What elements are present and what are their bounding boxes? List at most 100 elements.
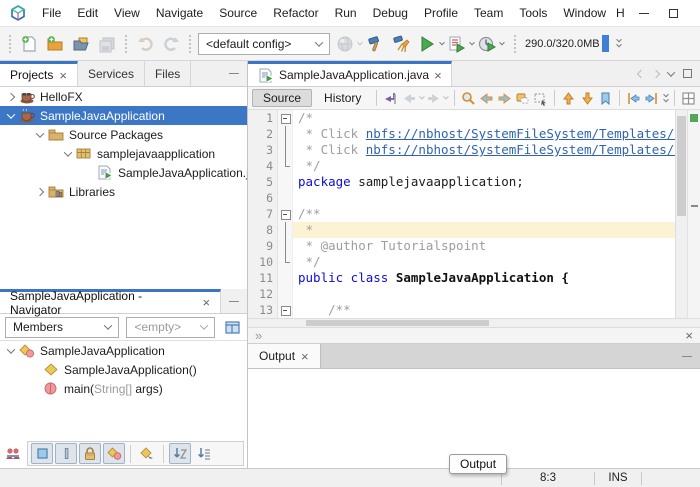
tab-navigator[interactable]: SampleJavaApplication - Navigator × xyxy=(0,289,222,317)
open-project-button[interactable] xyxy=(68,31,94,57)
menu-navigate[interactable]: Navigate xyxy=(148,6,211,20)
tab-projects[interactable]: Projects × xyxy=(0,61,78,86)
minimize-panel-button[interactable] xyxy=(674,344,700,368)
fully-qualified-names-button[interactable] xyxy=(136,443,158,464)
menu-refactor[interactable]: Refactor xyxy=(265,6,326,20)
scrollbar-thumb[interactable] xyxy=(677,116,686,216)
tab-output[interactable]: Output × xyxy=(248,344,321,368)
chevron-down-icon[interactable] xyxy=(443,93,449,100)
save-all-button[interactable] xyxy=(94,31,120,57)
tree-item-source-packages[interactable]: Source Packages xyxy=(0,125,247,144)
fold-marker-icon[interactable] xyxy=(278,302,292,318)
memory-indicator[interactable]: 290.0/320.0MB xyxy=(525,35,609,52)
chevron-right-icon[interactable] xyxy=(4,92,18,101)
split-document-button[interactable] xyxy=(681,90,696,107)
clean-build-button[interactable] xyxy=(388,31,414,57)
show-inner-classes-button[interactable] xyxy=(103,443,125,464)
menu-run[interactable]: Run xyxy=(327,6,365,20)
new-file-button[interactable] xyxy=(16,31,42,57)
fold-marker-icon[interactable] xyxy=(278,110,292,126)
toolbar-overflow-button[interactable] xyxy=(615,36,622,48)
window-close-button[interactable]: × xyxy=(689,1,700,25)
find-next-button[interactable] xyxy=(497,90,512,107)
show-non-public-button[interactable] xyxy=(79,443,101,464)
profile-project-button[interactable] xyxy=(474,31,500,57)
error-stripe[interactable] xyxy=(687,110,700,318)
members-select[interactable]: Members xyxy=(5,316,120,338)
debug-project-button[interactable] xyxy=(444,31,470,57)
code-area[interactable]: /* * Click nbfs://nbhost/SystemFileSyste… xyxy=(293,110,675,318)
back-button[interactable] xyxy=(401,90,416,107)
breadcrumb-expand-icon[interactable]: » xyxy=(255,328,262,343)
find-previous-button[interactable] xyxy=(479,90,494,107)
show-fields-button[interactable] xyxy=(31,443,53,464)
minimize-panel-button[interactable] xyxy=(221,289,247,313)
show-static-members-button[interactable] xyxy=(55,443,77,464)
tab-list-dropdown-icon[interactable] xyxy=(666,67,676,77)
forward-button[interactable] xyxy=(426,90,441,107)
toolbar-grip[interactable] xyxy=(125,34,127,53)
editor-toolbar-overflow-button[interactable] xyxy=(663,91,669,103)
nav-item-class[interactable]: SampleJavaApplication xyxy=(0,341,247,360)
find-button[interactable] xyxy=(461,90,476,107)
chevron-down-icon[interactable] xyxy=(61,147,75,157)
redo-button[interactable] xyxy=(158,31,184,57)
template-link[interactable]: nbfs://nbhost/SystemFileSystem/Templates… xyxy=(366,126,675,141)
menu-window[interactable]: Window xyxy=(555,6,614,20)
template-link[interactable]: nbfs://nbhost/SystemFileSystem/Templates… xyxy=(366,142,675,157)
scrollbar-thumb[interactable] xyxy=(306,320,489,326)
close-icon[interactable]: × xyxy=(301,350,309,363)
source-view-button[interactable]: Source xyxy=(252,89,313,107)
show-inherited-members-button[interactable] xyxy=(2,443,24,464)
code-editor[interactable]: 12 34 56 78 9 10 11 12 13 /* * Click nbfs:… xyxy=(248,110,700,318)
menu-profile[interactable]: Profile xyxy=(416,6,466,20)
tree-item-package[interactable]: samplejavaapplication xyxy=(0,144,247,163)
tab-editor-samplejavaapplication[interactable]: SampleJavaApplication.java × xyxy=(248,61,452,86)
last-edit-location-button[interactable] xyxy=(383,90,398,107)
toolbar-grip[interactable] xyxy=(189,34,191,53)
chevron-down-icon[interactable] xyxy=(33,128,47,138)
menu-source[interactable]: Source xyxy=(211,6,265,20)
tree-item-java-file[interactable]: SampleJavaApplication.java xyxy=(0,163,247,182)
chevron-down-icon[interactable] xyxy=(4,109,18,119)
horizontal-scrollbar[interactable] xyxy=(248,318,700,327)
build-project-button[interactable] xyxy=(362,31,388,57)
window-minimize-button[interactable] xyxy=(629,1,659,25)
navigator-view-button[interactable] xyxy=(220,317,244,338)
close-icon[interactable]: × xyxy=(434,69,442,82)
vertical-scrollbar[interactable] xyxy=(675,110,687,318)
shift-right-button[interactable] xyxy=(644,90,659,107)
tree-item-samplejavaapplication-project[interactable]: SampleJavaApplication xyxy=(0,106,247,125)
next-bookmark-button[interactable] xyxy=(580,90,595,107)
tab-files[interactable]: Files xyxy=(145,61,192,86)
menu-edit[interactable]: Edit xyxy=(69,6,106,20)
filter-select[interactable]: <empty> xyxy=(126,316,216,338)
maximize-editor-icon[interactable] xyxy=(683,69,692,78)
menu-team[interactable]: Team xyxy=(466,6,511,20)
previous-bookmark-button[interactable] xyxy=(561,90,576,107)
menu-file[interactable]: File xyxy=(34,6,69,20)
toolbar-grip[interactable] xyxy=(9,34,11,53)
stripe-mark[interactable] xyxy=(691,205,698,207)
new-project-button[interactable] xyxy=(42,31,68,57)
tree-item-libraries[interactable]: Libraries xyxy=(0,182,247,201)
run-project-button[interactable] xyxy=(414,31,440,57)
undo-button[interactable] xyxy=(132,31,158,57)
window-maximize-button[interactable] xyxy=(659,1,689,25)
chevron-down-icon[interactable] xyxy=(418,93,425,100)
minimize-panel-button[interactable] xyxy=(221,61,247,86)
chevron-down-icon[interactable] xyxy=(499,39,505,45)
tab-services[interactable]: Services xyxy=(78,61,145,86)
toolbar-grip[interactable] xyxy=(514,34,516,53)
nav-item-main-method[interactable]: main(String[] args) xyxy=(0,379,247,398)
toggle-highlight-button[interactable] xyxy=(515,90,530,107)
menu-view[interactable]: View xyxy=(106,6,148,20)
fold-marker-icon[interactable] xyxy=(278,206,292,222)
insert-mode-indicator[interactable]: INS xyxy=(595,472,641,484)
chevron-down-icon[interactable] xyxy=(4,344,18,354)
sort-alphabetically-button[interactable] xyxy=(193,443,215,464)
menu-debug[interactable]: Debug xyxy=(365,6,416,20)
menu-help-clipped[interactable]: H xyxy=(614,6,627,20)
scroll-tabs-right-icon[interactable] xyxy=(651,69,661,78)
close-icon[interactable]: × xyxy=(685,329,693,342)
